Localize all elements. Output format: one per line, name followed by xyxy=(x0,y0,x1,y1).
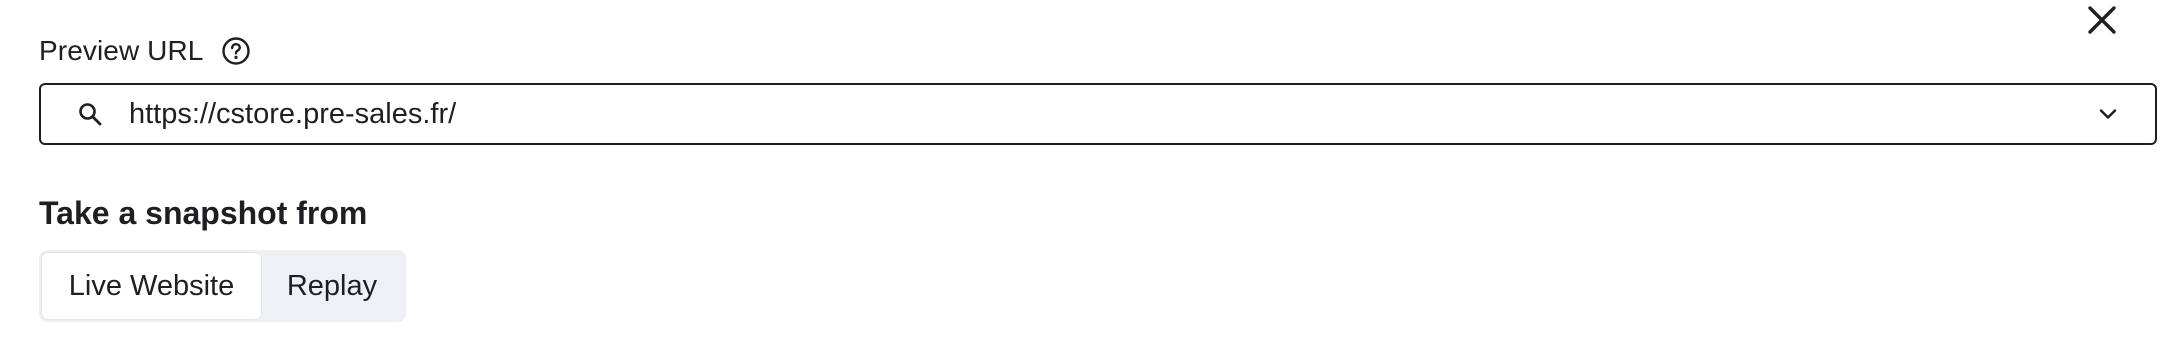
preview-url-select[interactable]: https://cstore.pre-sales.fr/ xyxy=(39,83,2157,145)
snapshot-source-toggle: Live Website Replay xyxy=(39,250,406,322)
preview-url-value: https://cstore.pre-sales.fr/ xyxy=(129,97,457,130)
help-icon[interactable] xyxy=(220,35,252,67)
preview-url-label-row: Preview URL xyxy=(39,31,252,71)
preview-url-label: Preview URL xyxy=(39,35,204,66)
search-icon xyxy=(75,99,105,129)
close-icon xyxy=(2088,6,2116,34)
snapshot-source-heading: Take a snapshot from xyxy=(39,195,368,231)
chevron-down-icon[interactable] xyxy=(2093,99,2123,129)
segment-replay[interactable]: Replay xyxy=(261,253,403,319)
segment-live-website[interactable]: Live Website xyxy=(42,253,261,319)
close-button[interactable] xyxy=(2082,0,2122,40)
